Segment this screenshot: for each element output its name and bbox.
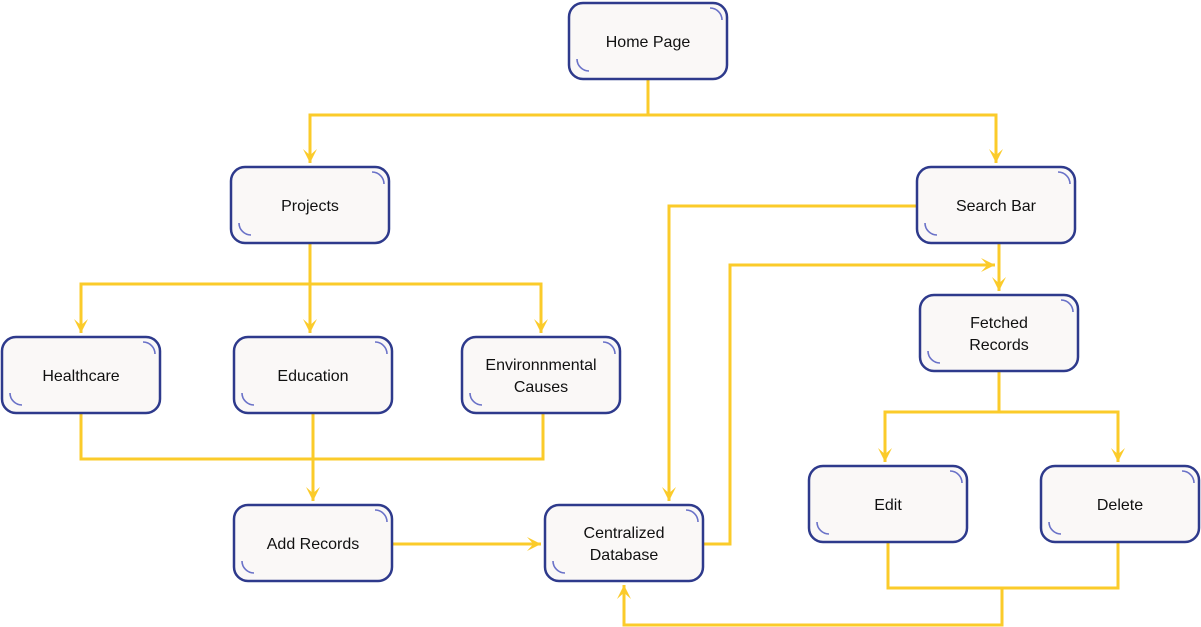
node-box[interactable]: [918, 293, 1080, 373]
connector-line: [79, 243, 312, 333]
connector-home-to-search: [648, 113, 1003, 163]
connector-line: [308, 79, 650, 163]
node-edit[interactable]: Edit: [807, 464, 969, 544]
connector-home-to-projects: [303, 79, 650, 163]
connector-add-to-database: [392, 537, 541, 551]
node-label: Database: [590, 547, 659, 564]
connector-line: [999, 410, 1120, 462]
node-label: Environnmental: [485, 357, 596, 374]
connector-delete-to-database: [617, 585, 1004, 627]
flowchart-canvas: Home Page Projects Search Bar Healthcare Edu…: [0, 1, 1201, 627]
nodes: Home Page Projects Search Bar Healthcare Edu…: [0, 1, 1201, 583]
connector-projects-to-healthcare: [74, 243, 312, 333]
node-database[interactable]: Centralized Database: [543, 503, 705, 583]
node-box[interactable]: [543, 503, 705, 583]
connector-line: [667, 204, 917, 501]
node-delete[interactable]: Delete: [1039, 464, 1201, 544]
node-label: Records: [969, 337, 1029, 354]
node-label: Edit: [874, 497, 902, 514]
connector-projects-to-education: [303, 284, 317, 333]
node-home[interactable]: Home Page: [567, 1, 729, 81]
node-healthcare[interactable]: Healthcare: [0, 335, 162, 415]
connector-projects-to-environmental: [310, 282, 548, 333]
node-search[interactable]: Search Bar: [915, 165, 1077, 245]
node-label: Projects: [281, 198, 339, 215]
node-label: Healthcare: [42, 368, 119, 385]
node-projects[interactable]: Projects: [229, 165, 391, 245]
connector-line: [648, 113, 998, 163]
node-label: Education: [277, 368, 348, 385]
node-label: Centralized: [584, 525, 665, 542]
node-label: Home Page: [606, 34, 691, 51]
connector-line: [622, 585, 1004, 627]
node-fetched[interactable]: Fetched Records: [918, 293, 1080, 373]
connector-fetched-to-delete: [999, 410, 1125, 462]
connector-edit-to-database: [886, 542, 1120, 590]
connector-line: [886, 542, 1120, 590]
connector-education-to-add: [306, 413, 320, 501]
node-environmental[interactable]: Environnmental Causes: [460, 335, 622, 415]
connector-fetched-to-edit: [878, 371, 1001, 462]
connector-search-to-database: [662, 204, 917, 501]
node-label: Delete: [1097, 497, 1143, 514]
node-label: Causes: [514, 379, 568, 396]
connector-line: [310, 282, 543, 333]
node-add[interactable]: Add Records: [232, 503, 394, 583]
node-label: Fetched: [970, 315, 1028, 332]
node-label: Add Records: [267, 536, 360, 553]
node-education[interactable]: Education: [232, 335, 394, 415]
node-box[interactable]: [460, 335, 622, 415]
node-label: Search Bar: [956, 198, 1037, 215]
connector-search-to-fetched: [992, 243, 1006, 291]
connector-line: [883, 371, 1001, 462]
